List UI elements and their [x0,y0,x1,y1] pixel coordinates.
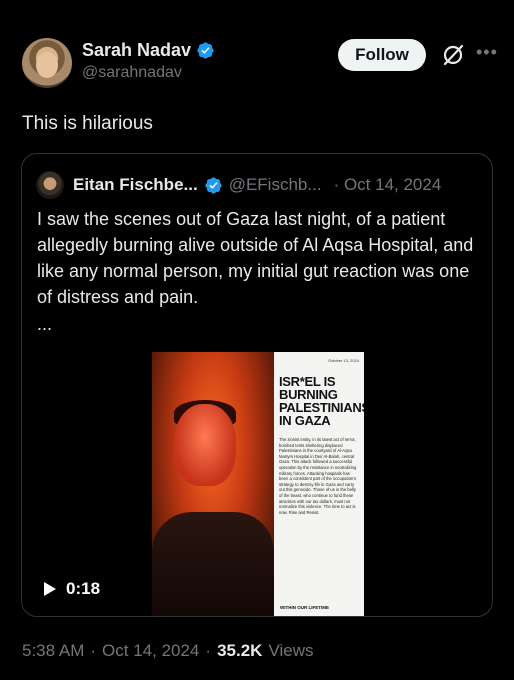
panel-headline: ISR*EL IS BURNING PALESTINIANS IN GAZA [279,374,364,428]
author-avatar[interactable] [22,38,72,88]
play-icon [44,582,56,596]
verified-badge-icon [197,42,214,59]
views-count[interactable]: 35.2K [217,641,262,661]
views-label: Views [268,641,314,660]
video-duration-badge[interactable]: 0:18 [34,574,110,604]
quoted-tweet-ellipsis: ... [37,314,53,334]
video-figure-face [174,404,236,486]
video-figure-shirt [152,512,274,616]
author-display-name-row[interactable]: Sarah Nadav [82,40,215,61]
quoted-verified-badge-icon [205,176,222,194]
more-options-icon[interactable]: ••• [476,42,498,68]
quoted-date-text: Oct 14, 2024 [343,175,442,194]
quoted-tweet-header: Eitan Fischbe... @EFischb... · Oct 14, 2… [36,170,486,200]
tweet-metadata: 5:38 AM · Oct 14, 2024 · 35.2K Views [22,641,313,661]
tweet-header: Sarah Nadav @sarahnadav Follow ••• [22,34,497,94]
tweet-time[interactable]: 5:38 AM [22,641,84,661]
grok-icon[interactable] [440,42,466,68]
panel-logo: WITHIN OUR LIFETIME [280,605,329,610]
footer-separator-2: · [205,641,212,660]
footer-separator: · [90,641,97,660]
tweet-text: This is hilarious [22,113,153,134]
author-name-block: Sarah Nadav @sarahnadav [82,40,215,82]
quoted-tweet-body: I saw the scenes out of Gaza last night,… [37,209,474,307]
quoted-tweet-card[interactable]: Eitan Fischbe... @EFischb... · Oct 14, 2… [21,153,493,617]
follow-button[interactable]: Follow [338,39,426,71]
panel-date: October 13, 2024 [328,358,359,363]
video-text-panel: October 13, 2024 ISR*EL IS BURNING PALES… [274,352,364,616]
video-still-image [152,352,274,616]
quoted-date-separator: · [333,175,340,194]
author-handle[interactable]: @sarahnadav [82,64,215,82]
quoted-video-thumbnail[interactable]: October 13, 2024 ISR*EL IS BURNING PALES… [152,352,364,616]
author-display-name[interactable]: Sarah Nadav [82,40,191,61]
video-duration: 0:18 [66,579,101,598]
quoted-author-handle: @EFischb... [228,175,322,194]
quoted-tweet-date: · Oct 14, 2024 [334,175,442,195]
panel-body-text: The zionist entity, in its latest act of… [279,437,357,515]
quoted-author-display-name: Eitan Fischbe... [73,175,198,194]
tweet-date[interactable]: Oct 14, 2024 [102,641,199,661]
quoted-author-avatar [36,171,64,199]
